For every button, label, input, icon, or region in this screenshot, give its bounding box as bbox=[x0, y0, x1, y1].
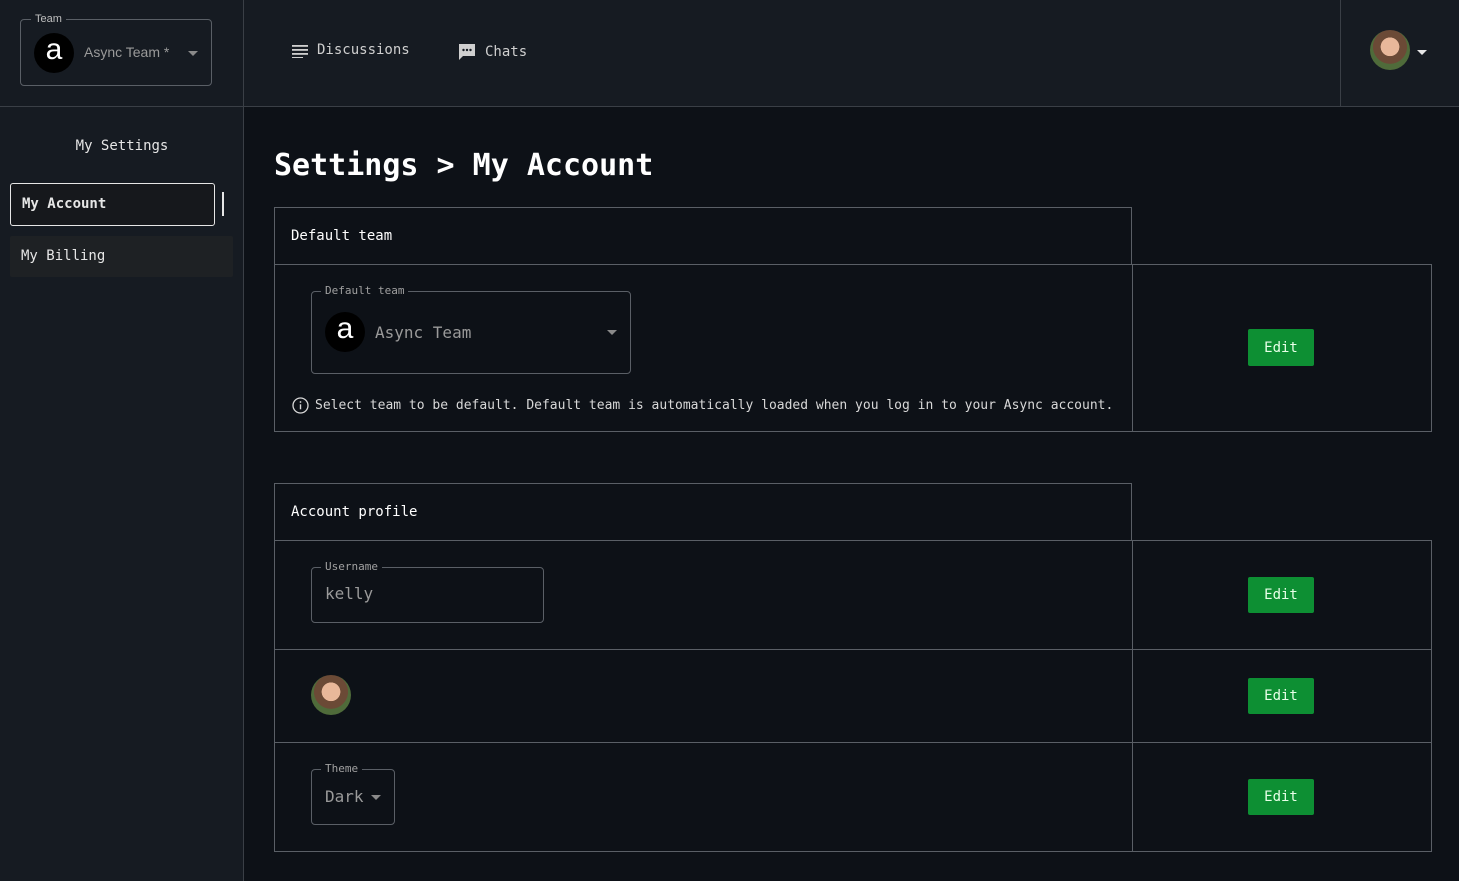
column-divider bbox=[1132, 265, 1133, 431]
nav-chats-label: Chats bbox=[485, 44, 528, 60]
section-header-default-team: Default team bbox=[274, 207, 1132, 265]
info-icon bbox=[292, 397, 309, 414]
team-selector-legend: Team bbox=[31, 13, 66, 25]
chevron-down-icon bbox=[1417, 50, 1427, 55]
avatar-row: Edit bbox=[274, 649, 1432, 743]
default-team-row: Default team a Async Team Select team to… bbox=[274, 264, 1432, 432]
theme-value: Dark bbox=[325, 787, 364, 806]
sidebar-divider bbox=[0, 106, 244, 107]
top-bar: Discussions Chats bbox=[244, 0, 1459, 107]
chevron-down-icon bbox=[188, 51, 198, 56]
username-row: Username kelly Edit bbox=[274, 540, 1432, 650]
username-field[interactable]: Username kelly bbox=[311, 560, 544, 623]
user-avatar bbox=[1370, 30, 1410, 70]
sidebar-item-my-billing[interactable]: My Billing bbox=[10, 236, 233, 277]
page-title: Settings > My Account bbox=[274, 148, 654, 183]
default-team-select[interactable]: Default team a Async Team bbox=[311, 284, 631, 374]
team-logo: a bbox=[34, 33, 74, 73]
list-icon bbox=[292, 45, 308, 58]
chevron-down-icon bbox=[607, 330, 617, 335]
default-team-value: Async Team bbox=[375, 323, 472, 342]
username-legend: Username bbox=[321, 560, 382, 573]
chat-bubble-icon bbox=[459, 44, 475, 60]
column-divider bbox=[1132, 649, 1133, 742]
edit-default-team-button[interactable]: Edit bbox=[1248, 329, 1314, 366]
theme-row: Theme Dark Edit bbox=[274, 742, 1432, 852]
edit-avatar-button[interactable]: Edit bbox=[1248, 678, 1314, 714]
sidebar-item-my-account[interactable]: My Account bbox=[10, 183, 215, 226]
theme-select[interactable]: Theme Dark bbox=[311, 762, 395, 825]
section-header-account-profile: Account profile bbox=[274, 483, 1132, 541]
theme-legend: Theme bbox=[321, 762, 363, 775]
edit-username-button[interactable]: Edit bbox=[1248, 577, 1314, 613]
sidebar-active-indicator bbox=[222, 192, 224, 216]
chevron-down-icon bbox=[371, 795, 381, 800]
default-team-legend: Default team bbox=[321, 284, 409, 297]
sidebar-section-title: My Settings bbox=[75, 138, 169, 154]
default-team-helper: Select team to be default. Default team … bbox=[292, 397, 1113, 414]
user-menu[interactable] bbox=[1340, 0, 1459, 106]
team-logo: a bbox=[325, 312, 365, 352]
column-divider bbox=[1132, 541, 1133, 649]
nav-discussions-label: Discussions bbox=[317, 42, 410, 58]
edit-theme-button[interactable]: Edit bbox=[1248, 779, 1314, 815]
nav-discussions[interactable]: Discussions bbox=[291, 42, 410, 58]
sidebar: Team a Async Team * My Settings My Accou… bbox=[0, 0, 244, 881]
profile-avatar bbox=[311, 675, 351, 715]
column-divider bbox=[1132, 742, 1133, 851]
team-selector[interactable]: Team a Async Team * bbox=[20, 13, 212, 86]
team-selector-value: Async Team * bbox=[84, 44, 170, 60]
default-team-helper-text: Select team to be default. Default team … bbox=[315, 398, 1114, 413]
username-value: kelly bbox=[325, 584, 374, 603]
nav-chats[interactable]: Chats bbox=[457, 42, 527, 62]
